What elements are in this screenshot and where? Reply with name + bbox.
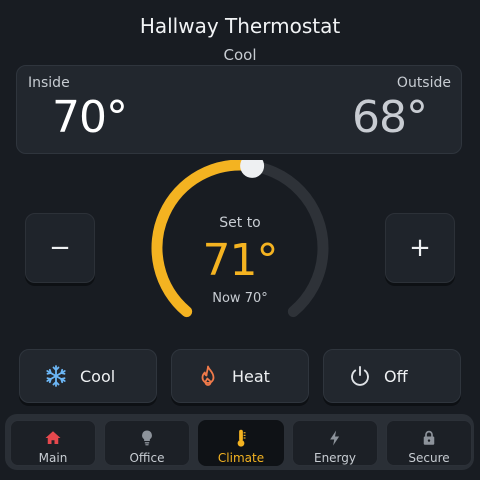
tab-office-label: Office [129,451,165,465]
inside-temperature: 70° [52,92,128,143]
off-mode-label: Off [384,366,408,386]
tab-secure-label: Secure [408,451,450,465]
setpoint-value: 71° [202,235,279,286]
current-temperature-label: Now 70° [212,291,268,306]
dial-knob[interactable] [240,160,265,178]
tab-climate-label: Climate [217,451,265,465]
bottom-navigation: Main Office Climate Energy Secure [5,414,474,470]
cool-mode-label: Cool [80,366,116,386]
outside-label: Outside [396,75,451,91]
cool-mode-button[interactable]: Cool [19,349,157,403]
decrease-button[interactable]: − [25,213,95,283]
increase-button[interactable]: + [385,213,455,283]
tab-energy[interactable]: Energy [292,420,378,466]
snowflake-icon [44,364,68,388]
tab-main[interactable]: Main [10,420,96,466]
power-icon [348,364,372,388]
current-mode: Cool [223,46,257,64]
lock-icon [420,428,438,448]
lightbulb-icon [138,428,156,448]
tab-main-label: Main [38,451,68,465]
tab-energy-label: Energy [313,451,356,465]
tab-secure[interactable]: Secure [386,420,472,466]
home-icon [44,428,62,448]
bolt-icon [326,428,344,448]
off-mode-button[interactable]: Off [323,349,461,403]
inside-label: Inside [28,75,70,91]
set-to-label: Set to [219,215,261,231]
outside-temperature: 68° [352,92,428,143]
flame-icon [196,364,220,388]
tab-climate[interactable]: Climate [198,420,284,466]
heat-mode-button[interactable]: Heat [171,349,309,403]
temperature-card: Inside 70° Outside 68° [16,65,462,154]
heat-mode-label: Heat [232,366,270,386]
page-title: Hallway Thermostat [139,14,341,38]
thermometer-icon [232,428,250,448]
tab-office[interactable]: Office [104,420,190,466]
